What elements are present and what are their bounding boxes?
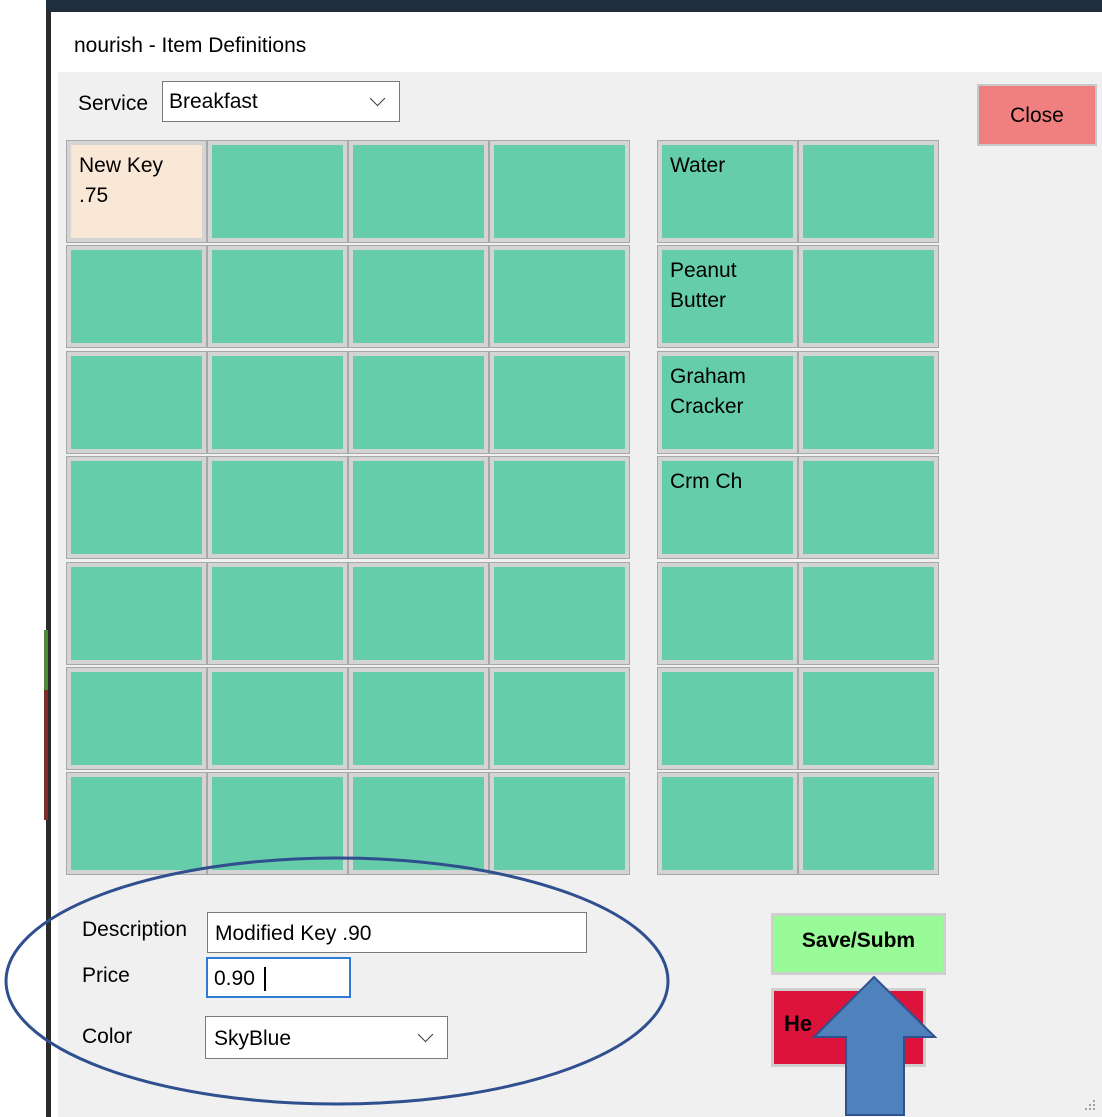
item-key-right[interactable] [798, 456, 939, 559]
item-key-left[interactable] [66, 772, 207, 875]
description-label: Description [82, 918, 188, 941]
item-key-right[interactable] [798, 245, 939, 348]
text-caret [264, 967, 266, 991]
item-key-left[interactable] [348, 245, 489, 348]
item-key-right[interactable] [657, 772, 798, 875]
color-dropdown[interactable]: SkyBlue [205, 1016, 448, 1059]
resize-grip-icon[interactable] [1082, 1097, 1096, 1111]
item-key-left[interactable] [348, 351, 489, 454]
service-label: Service [78, 92, 149, 115]
window-title: nourish - Item Definitions [74, 34, 307, 57]
price-value: 0.90 [214, 967, 255, 990]
item-key-label: Cracker [670, 395, 744, 418]
chevron-down-icon [417, 1026, 434, 1043]
description-input[interactable]: Modified Key .90 [207, 912, 587, 953]
color-selected-value: SkyBlue [214, 1027, 292, 1050]
description-value: Modified Key .90 [215, 922, 372, 945]
title-bar[interactable]: nourish - Item Definitions [58, 12, 1102, 72]
item-key-left[interactable] [207, 245, 348, 348]
close-button[interactable]: Close [977, 84, 1097, 146]
help-button[interactable]: He [771, 988, 926, 1067]
background-artifact [44, 690, 48, 820]
item-key-right[interactable]: Peanut Butter [657, 245, 798, 348]
item-key-label: .75 [79, 184, 109, 207]
item-key-left[interactable] [207, 667, 348, 770]
service-dropdown[interactable]: Breakfast [162, 81, 400, 122]
item-key-right[interactable] [657, 667, 798, 770]
window-top-border [46, 0, 1102, 12]
item-key-left[interactable] [489, 245, 630, 348]
help-button-label: He [784, 1011, 813, 1036]
item-key-left[interactable] [489, 456, 630, 559]
item-key-left[interactable] [489, 140, 630, 243]
item-key-label: Peanut [670, 259, 737, 282]
item-key-right[interactable] [798, 772, 939, 875]
item-key-left[interactable] [66, 456, 207, 559]
item-key-right[interactable]: Water [657, 140, 798, 243]
item-key-label: Water [670, 154, 726, 177]
item-key-left[interactable] [348, 140, 489, 243]
service-selected-value: Breakfast [169, 90, 258, 113]
item-key-left[interactable] [348, 667, 489, 770]
item-key-right[interactable] [798, 562, 939, 665]
item-key-left[interactable] [207, 351, 348, 454]
item-key-label: New Key [79, 154, 164, 177]
color-label: Color [82, 1025, 133, 1048]
item-key-left[interactable] [207, 562, 348, 665]
price-input[interactable]: 0.90 [206, 957, 351, 998]
item-key-left[interactable] [207, 456, 348, 559]
chevron-down-icon [369, 90, 386, 107]
item-key-right[interactable] [798, 351, 939, 454]
item-key-left[interactable] [348, 562, 489, 665]
item-key-left[interactable] [489, 351, 630, 454]
background-artifact [44, 630, 48, 690]
background-desktop-edge [0, 0, 52, 1117]
item-key-left[interactable] [348, 456, 489, 559]
item-key-left[interactable] [207, 772, 348, 875]
item-key-right[interactable] [798, 140, 939, 243]
item-key-left[interactable] [348, 772, 489, 875]
item-key-right[interactable]: Crm Ch [657, 456, 798, 559]
window-left-border [46, 0, 51, 1117]
item-key-left[interactable] [66, 245, 207, 348]
item-key-left[interactable] [489, 772, 630, 875]
item-key-left[interactable] [66, 562, 207, 665]
item-key-left[interactable] [66, 667, 207, 770]
item-key-label: Butter [670, 289, 727, 312]
item-key-left[interactable] [66, 351, 207, 454]
item-key-right[interactable]: Graham Cracker [657, 351, 798, 454]
item-key-left[interactable] [489, 667, 630, 770]
item-key-label: Graham [670, 365, 746, 388]
item-key-left[interactable] [489, 562, 630, 665]
item-key-left[interactable]: New Key .75 [66, 140, 207, 243]
item-key-label: Crm Ch [670, 470, 743, 493]
item-key-right[interactable] [657, 562, 798, 665]
item-key-left[interactable] [207, 140, 348, 243]
item-key-right[interactable] [798, 667, 939, 770]
save-submit-button[interactable]: Save/Subm [771, 913, 946, 975]
price-label: Price [82, 964, 130, 987]
